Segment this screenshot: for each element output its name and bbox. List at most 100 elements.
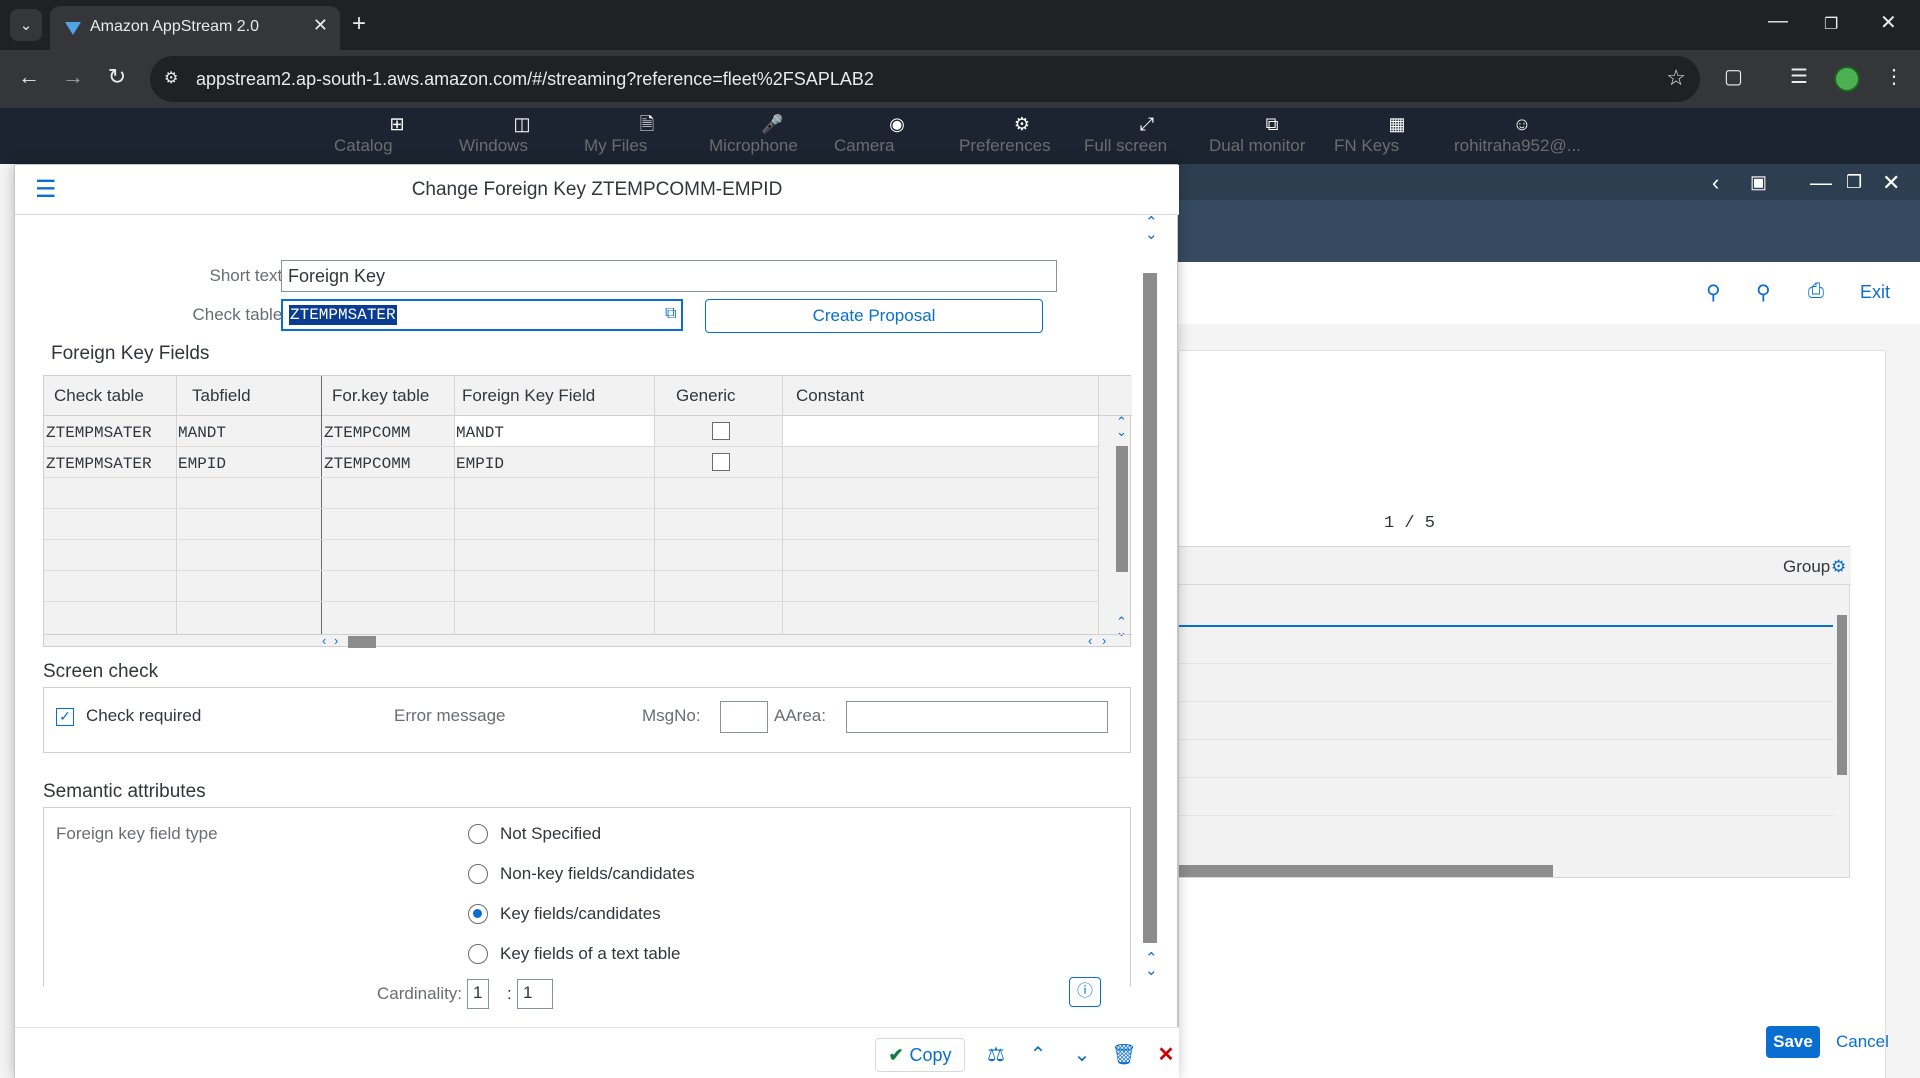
fullscreen-icon: ⤢ xyxy=(1139,114,1155,134)
col-forkey-table[interactable]: For.key table xyxy=(332,386,429,406)
search-icon[interactable]: ⚲ xyxy=(1706,280,1721,305)
msgno-label: MsgNo: xyxy=(642,706,701,725)
change-foreign-key-dialog: ☰ Change Foreign Key ZTEMPCOMM-EMPID Sho… xyxy=(14,164,1181,1078)
short-text-label: Short text: xyxy=(209,266,287,285)
check-table-field[interactable]: ZTEMPMSATER xyxy=(281,299,683,331)
toolbar-my-files[interactable]: 🗎 My Files xyxy=(584,108,710,164)
toolbar-preferences[interactable]: ⚙ Preferences xyxy=(959,108,1085,164)
microphone-icon: 🎤 xyxy=(761,114,784,134)
fk-fields-table: Check table Tabfield For.key table Forei… xyxy=(43,375,1132,648)
reload-icon[interactable]: ↻ xyxy=(102,64,132,90)
screen-check-box: ✓ Check required Error message MsgNo: AA… xyxy=(43,687,1131,753)
create-proposal-button[interactable]: Create Proposal xyxy=(705,299,1043,333)
close-window-icon[interactable]: ✕ xyxy=(1880,10,1897,35)
copy-button[interactable]: ✔ Copy xyxy=(875,1038,965,1072)
cancel-icon[interactable]: ✕ xyxy=(1151,1040,1181,1070)
toolbar-dual-monitor[interactable]: ⧉ Dual monitor xyxy=(1209,108,1335,164)
bg-table-row xyxy=(1179,663,1833,664)
table-hscrollbar[interactable]: ‹ › ‹ › xyxy=(44,634,1132,648)
col-constant[interactable]: Constant xyxy=(796,386,864,406)
maximize-icon[interactable]: ❐ xyxy=(1846,172,1862,193)
browser-tab[interactable]: Amazon AppStream 2.0 ✕ xyxy=(50,6,340,50)
check-table-value: ZTEMPMSATER xyxy=(289,305,397,325)
back-icon[interactable]: ← xyxy=(14,64,44,90)
chevron-right-icon[interactable]: › xyxy=(334,634,338,647)
restore-window-icon[interactable]: ❐ xyxy=(1824,14,1838,34)
short-text-field[interactable]: Foreign Key xyxy=(281,260,1057,292)
chevron-right-icon[interactable]: › xyxy=(1102,634,1106,647)
copy-label: Copy xyxy=(909,1045,952,1065)
gear-icon[interactable]: ⚙ xyxy=(1831,557,1846,577)
fk-fields-title: Foreign Key Fields xyxy=(51,343,210,364)
chevron-down-icon[interactable]: ⌄ xyxy=(1067,1040,1097,1070)
url-text: appstream2.ap-south-1.aws.amazon.com/#/s… xyxy=(196,69,874,89)
cardinality-left-field[interactable]: 1 xyxy=(467,979,489,1009)
col-tabfield[interactable]: Tabfield xyxy=(192,386,251,406)
chevron-down-icon[interactable]: ⌄ xyxy=(1116,425,1127,438)
info-icon[interactable]: ⓘ xyxy=(1069,977,1101,1007)
site-info-icon[interactable]: ⚙ xyxy=(164,68,178,88)
browser-address-bar: ← → ↻ ⚙ appstream2.ap-south-1.aws.amazon… xyxy=(0,50,1920,108)
aarea-field[interactable] xyxy=(846,701,1108,733)
print-icon[interactable]: ⎙ xyxy=(1808,280,1824,303)
forward-icon[interactable]: → xyxy=(58,64,88,90)
radio-not-specified[interactable] xyxy=(468,824,488,844)
search-next-icon[interactable]: ⚲ xyxy=(1756,280,1771,305)
browser-menu-icon[interactable]: ⋮ xyxy=(1884,64,1904,89)
delete-icon[interactable]: 🗑 xyxy=(1109,1040,1139,1070)
toolbar-fn-keys[interactable]: ▦ FN Keys xyxy=(1334,108,1460,164)
table-cell[interactable]: EMPID xyxy=(456,455,504,473)
bg-table-vscrollbar[interactable] xyxy=(1835,585,1849,877)
generic-checkbox[interactable] xyxy=(712,422,730,440)
generic-checkbox[interactable] xyxy=(712,453,730,471)
toolbar-microphone[interactable]: 🎤 Microphone xyxy=(709,108,835,164)
bookmark-star-icon[interactable]: ☆ xyxy=(1666,65,1686,91)
radio-text-table-key[interactable] xyxy=(468,944,488,964)
check-required-checkbox[interactable]: ✓ xyxy=(56,708,74,726)
save-button[interactable]: Save xyxy=(1766,1026,1820,1058)
msgno-field[interactable] xyxy=(720,701,768,733)
chevron-down-icon[interactable]: ⌄ xyxy=(1145,227,1158,242)
toolbar-camera[interactable]: ◉ Camera xyxy=(834,108,960,164)
profile-avatar[interactable] xyxy=(1834,66,1860,92)
col-fk-field[interactable]: Foreign Key Field xyxy=(462,386,595,406)
minimize-window-icon[interactable]: — xyxy=(1768,10,1788,33)
tab-close-icon[interactable]: ✕ xyxy=(313,15,328,36)
table-cell: EMPID xyxy=(178,455,227,473)
compare-icon[interactable]: ⚖ xyxy=(981,1040,1011,1070)
dialog-vscrollbar[interactable]: ⌃ ⌄ ⌃ ⌄ xyxy=(1141,215,1158,978)
media-control-icon[interactable]: ☰ xyxy=(1790,64,1808,89)
chevron-left-icon[interactable]: ‹ xyxy=(322,634,326,647)
toolbar-full-screen[interactable]: ⤢ Full screen xyxy=(1084,108,1210,164)
appstream-toolbar: ⊞ Catalog ◫ Windows 🗎 My Files 🎤 Microph… xyxy=(0,108,1920,164)
url-field[interactable]: ⚙ appstream2.ap-south-1.aws.amazon.com/#… xyxy=(150,56,1700,102)
bg-table-row[interactable] xyxy=(1179,625,1833,627)
toolbar-windows[interactable]: ◫ Windows xyxy=(459,108,585,164)
col-generic[interactable]: Generic xyxy=(676,386,736,406)
chevron-down-icon[interactable]: ⌄ xyxy=(1145,963,1158,978)
exit-button[interactable]: Exit xyxy=(1860,282,1890,303)
cardinality-right-field[interactable]: 1 xyxy=(517,979,553,1009)
radio-key-fields[interactable] xyxy=(468,904,488,924)
user-icon: ☺ xyxy=(1512,114,1532,134)
new-tab-button[interactable]: + xyxy=(352,10,366,38)
table-vscrollbar[interactable]: ⌃ ⌄ ⌃ ⌄ xyxy=(1114,415,1130,638)
toolbar-user[interactable]: ☺ rohitraha952@... xyxy=(1454,108,1590,164)
close-icon[interactable]: ✕ xyxy=(1882,170,1900,196)
check-required-label: Check required xyxy=(86,706,202,725)
chevron-left-icon[interactable]: ‹ xyxy=(1088,634,1092,647)
tab-search-icon[interactable]: ⌄ xyxy=(10,9,42,41)
chevron-up-icon[interactable]: ⌃ xyxy=(1023,1040,1053,1070)
value-help-icon[interactable]: ⧉ xyxy=(665,305,687,327)
table-cell[interactable]: MANDT xyxy=(456,424,504,442)
extensions-icon[interactable]: ▢ xyxy=(1724,64,1743,89)
chevron-left-icon[interactable]: ‹ xyxy=(1712,170,1719,196)
toolbar-catalog[interactable]: ⊞ Catalog xyxy=(334,108,460,164)
error-message-label: Error message xyxy=(394,706,506,725)
unlock-icon[interactable]: ▣ xyxy=(1750,172,1767,193)
radio-non-key-fields[interactable] xyxy=(468,864,488,884)
cancel-button[interactable]: Cancel xyxy=(1836,1032,1889,1052)
bg-table-hscrollbar[interactable] xyxy=(1179,865,1835,877)
col-check-table[interactable]: Check table xyxy=(54,386,144,406)
minimize-icon[interactable]: — xyxy=(1810,170,1832,196)
